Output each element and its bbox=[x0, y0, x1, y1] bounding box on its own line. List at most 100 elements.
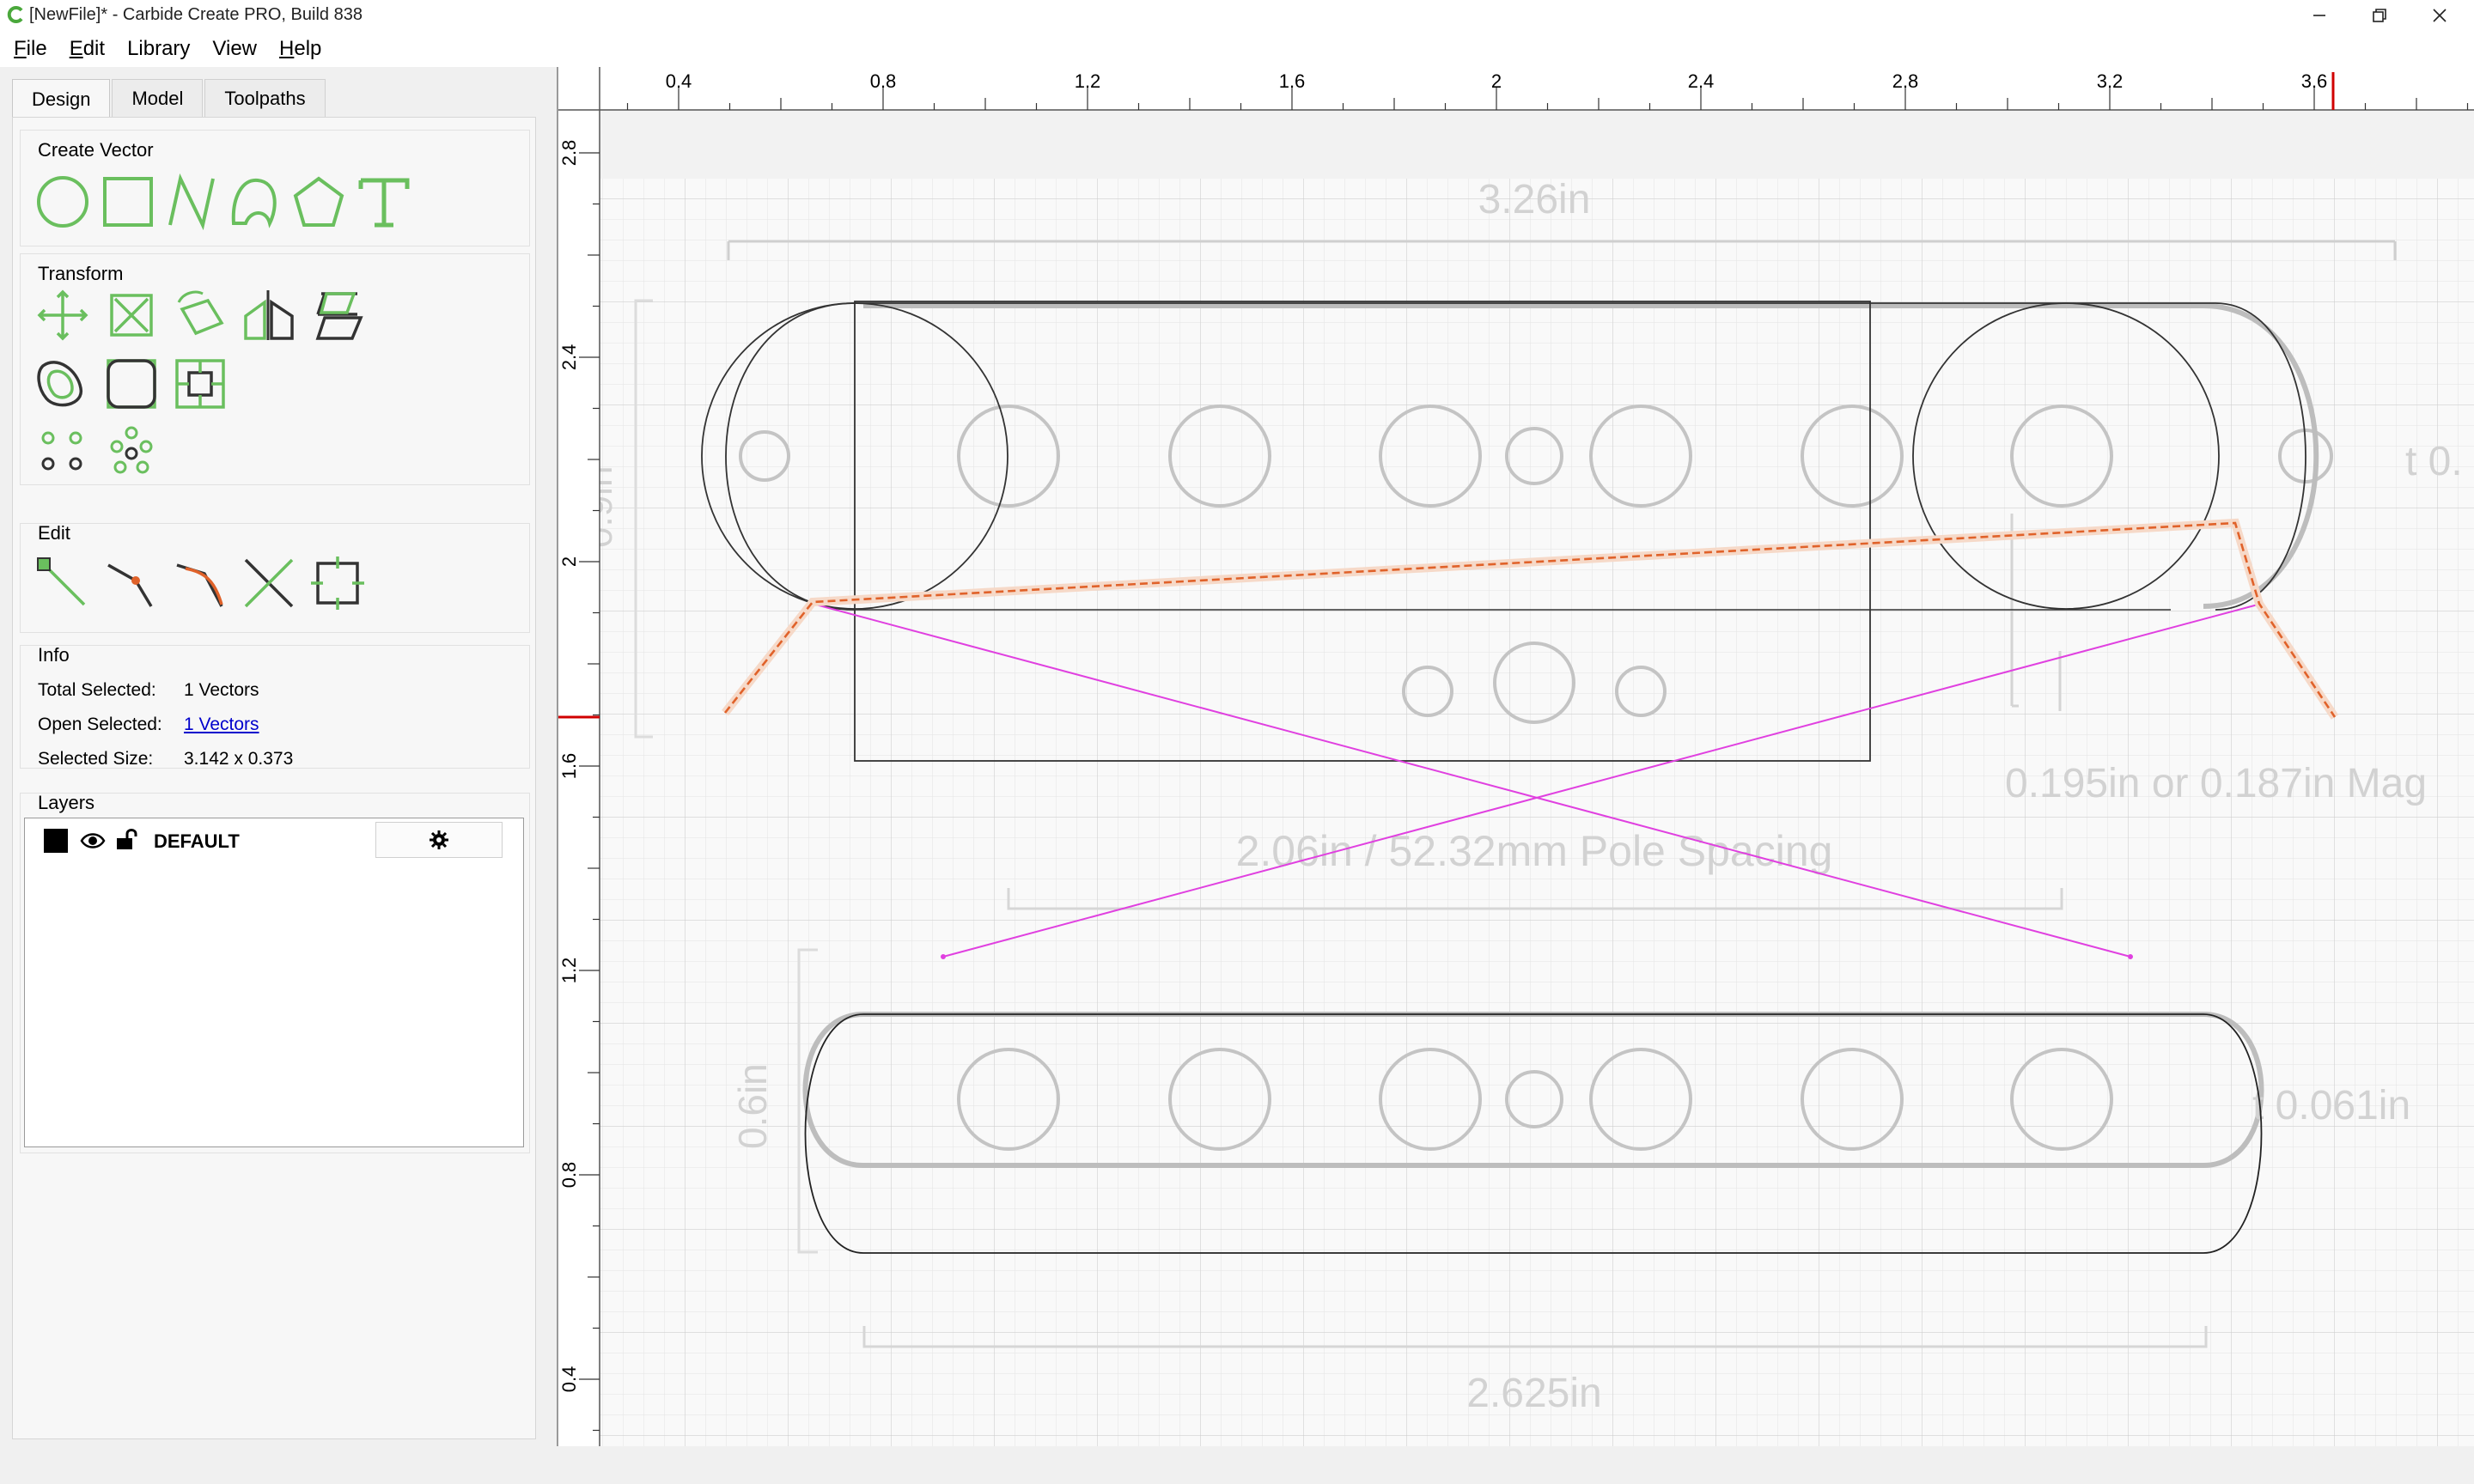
tab-toolpaths[interactable]: Toolpaths bbox=[204, 79, 326, 117]
layer-color-swatch[interactable] bbox=[44, 829, 68, 853]
align-icon[interactable] bbox=[308, 285, 368, 345]
ruler-label: 0.4 bbox=[666, 70, 692, 92]
status-bar bbox=[0, 1446, 2474, 1484]
minimize-icon bbox=[2313, 15, 2325, 16]
gear-icon bbox=[430, 830, 448, 849]
layer-list: DEFAULT bbox=[24, 818, 524, 1147]
ruler-label: 1.2 bbox=[1075, 70, 1101, 92]
menu-view-label: View bbox=[212, 37, 258, 60]
layer-settings-button[interactable] bbox=[375, 822, 503, 858]
scale-icon[interactable] bbox=[101, 285, 161, 345]
dim-bottom-width: 2.625in bbox=[1466, 1371, 1601, 1416]
design-canvas-area[interactable]: 3.26in 0.9in t 0. 2.06in / 52.32mm Pole … bbox=[557, 67, 2474, 1446]
edit-section: Edit bbox=[20, 522, 530, 633]
major-grid bbox=[600, 179, 2474, 1446]
unlock-icon[interactable] bbox=[114, 827, 138, 851]
open-selected-label: Open Selected: bbox=[38, 715, 162, 734]
smooth-icon[interactable] bbox=[170, 553, 230, 613]
left-panel: Design Model Toolpaths Create Vector Tra… bbox=[0, 67, 550, 1446]
create-vector-section: Create Vector bbox=[20, 130, 530, 246]
grid-array-icon[interactable] bbox=[101, 421, 161, 481]
rectangle-icon[interactable] bbox=[98, 172, 158, 232]
close-icon bbox=[2433, 9, 2447, 22]
selected-size-label: Selected Size: bbox=[38, 749, 154, 769]
minimize-button[interactable] bbox=[2289, 0, 2349, 31]
design-canvas[interactable]: 3.26in 0.9in t 0. 2.06in / 52.32mm Pole … bbox=[558, 67, 2474, 1446]
layers-title: Layers bbox=[38, 792, 95, 813]
design-tab-body: Create Vector Transform Edit Info Total … bbox=[12, 117, 536, 1439]
ruler-label: 3.2 bbox=[2097, 70, 2124, 92]
dim-pole-spacing: 2.06in / 52.32mm Pole Spacing bbox=[1236, 827, 1833, 875]
restore-button[interactable] bbox=[2349, 0, 2410, 31]
magenta-node[interactable] bbox=[941, 954, 946, 959]
ruler-label: 2.8 bbox=[1892, 70, 1919, 92]
panel-tabs: Design Model Toolpaths bbox=[12, 79, 327, 119]
fillet-icon[interactable] bbox=[101, 354, 161, 414]
offset-icon[interactable] bbox=[33, 354, 93, 414]
menu-edit-accel: E bbox=[69, 37, 83, 60]
move-icon[interactable] bbox=[33, 285, 93, 345]
text-icon[interactable] bbox=[354, 172, 414, 232]
eye-icon[interactable] bbox=[80, 830, 106, 851]
ruler-label: 0.8 bbox=[870, 70, 897, 92]
layer-row[interactable]: DEFAULT bbox=[25, 818, 523, 861]
transform-title: Transform bbox=[38, 263, 124, 284]
dim-thickness-top: t 0. bbox=[2405, 439, 2463, 484]
menu-help-label: elp bbox=[294, 37, 322, 60]
menu-library-label: Library bbox=[127, 37, 191, 60]
edit-title: Edit bbox=[38, 522, 70, 544]
ruler-label: 2 bbox=[1491, 70, 1502, 92]
boolean-icon[interactable] bbox=[170, 354, 230, 414]
ruler-label: 2.4 bbox=[558, 344, 580, 371]
total-selected-label: Total Selected: bbox=[38, 680, 156, 700]
menu-help[interactable]: Help bbox=[272, 37, 337, 61]
dim-magnet: 0.195in or 0.187in Mag bbox=[2005, 761, 2427, 806]
tab-design[interactable]: Design bbox=[12, 79, 111, 119]
ruler-label: 3.6 bbox=[2301, 70, 2328, 92]
menu-bar: File Edit Library View Help bbox=[0, 31, 2474, 67]
layer-name: DEFAULT bbox=[154, 830, 240, 852]
circle-icon[interactable] bbox=[33, 172, 93, 232]
dim-top-width: 3.26in bbox=[1478, 177, 1591, 222]
info-section: Info Total Selected: 1 Vectors Open Sele… bbox=[20, 644, 530, 769]
close-button[interactable] bbox=[2410, 0, 2470, 31]
open-selected-link[interactable]: 1 Vectors bbox=[184, 715, 259, 735]
polyline-icon[interactable] bbox=[161, 172, 222, 232]
total-selected-value: 1 Vectors bbox=[184, 680, 259, 700]
ruler-label: 1.2 bbox=[558, 958, 580, 984]
menu-help-accel: H bbox=[279, 37, 295, 60]
rotate-icon[interactable] bbox=[170, 285, 230, 345]
polygon-icon[interactable] bbox=[289, 172, 349, 232]
layers-section: Layers DEFAULT bbox=[20, 792, 530, 1153]
app-logo-icon bbox=[7, 6, 23, 23]
trim-icon[interactable] bbox=[101, 553, 161, 613]
join-icon[interactable] bbox=[308, 553, 368, 613]
circle-array-icon[interactable] bbox=[33, 421, 93, 481]
canvas-top-band bbox=[600, 110, 2474, 179]
curve-icon[interactable] bbox=[225, 172, 285, 232]
create-vector-title: Create Vector bbox=[38, 139, 154, 161]
mirror-icon[interactable] bbox=[239, 285, 299, 345]
dim-height-bottom: 0.6in bbox=[730, 1063, 775, 1149]
cut-icon[interactable] bbox=[239, 553, 299, 613]
magenta-node[interactable] bbox=[2128, 954, 2133, 959]
info-title: Info bbox=[38, 644, 70, 666]
ruler-label: 0.8 bbox=[558, 1162, 580, 1189]
ruler-label: 2.4 bbox=[1688, 70, 1715, 92]
menu-edit-label: dit bbox=[82, 37, 106, 60]
menu-edit[interactable]: Edit bbox=[63, 37, 120, 61]
title-bar: [NewFile]* - Carbide Create PRO, Build 8… bbox=[0, 0, 2474, 31]
menu-view[interactable]: View bbox=[205, 37, 272, 61]
menu-file[interactable]: File bbox=[7, 37, 63, 61]
window-title: [NewFile]* - Carbide Create PRO, Build 8… bbox=[29, 5, 363, 24]
ruler-label: 2.8 bbox=[558, 140, 580, 167]
node-edit-icon[interactable] bbox=[33, 553, 93, 613]
horizontal-ruler[interactable] bbox=[558, 67, 2474, 110]
menu-file-label: ile bbox=[26, 37, 47, 60]
menu-library[interactable]: Library bbox=[120, 37, 205, 61]
ruler-label: 0.4 bbox=[558, 1366, 580, 1393]
ruler-label: 1.6 bbox=[558, 753, 580, 780]
tab-model[interactable]: Model bbox=[112, 79, 204, 117]
menu-file-accel: F bbox=[14, 37, 27, 60]
selected-size-value: 3.142 x 0.373 bbox=[184, 749, 294, 769]
